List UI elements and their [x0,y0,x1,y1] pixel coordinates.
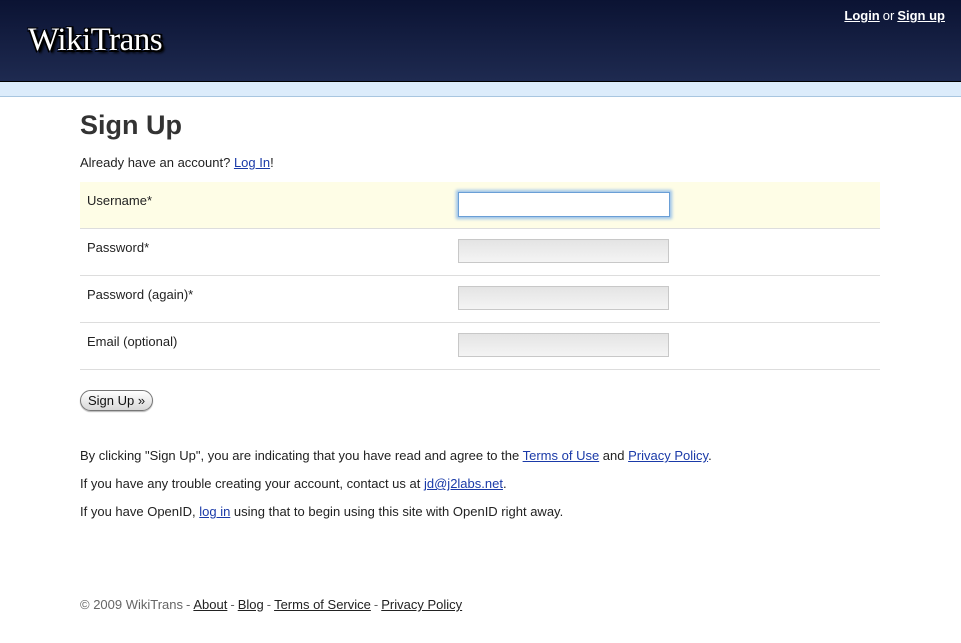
username-input[interactable] [458,192,670,217]
footer-terms-link[interactable]: Terms of Service [274,597,371,612]
footer-separator: - [186,597,191,612]
header-subbar [0,82,961,97]
terms-prefix: By clicking "Sign Up", you are indicatin… [80,448,523,463]
email-label: Email (optional) [87,334,178,349]
site-header: WikiTrans Login or Sign up [0,0,961,82]
page-title: Sign Up [80,110,182,140]
header-or-text: or [882,8,895,23]
footer-blog-link[interactable]: Blog [238,597,264,612]
contact-email-link[interactable]: jd@j2labs.net [424,476,503,491]
signup-info: By clicking "Sign Up", you are indicatin… [80,442,880,526]
footer-separator: - [230,597,235,612]
site-logo[interactable]: WikiTrans [28,22,163,59]
openid-prefix: If you have OpenID, [80,504,200,519]
already-suffix: ! [270,155,274,170]
password-again-input[interactable] [458,286,669,310]
terms-notice: By clicking "Sign Up", you are indicatin… [80,442,880,470]
password-input[interactable] [458,239,669,263]
contact-suffix: . [502,476,507,491]
header-login-link[interactable]: Login [844,8,879,23]
main-content: Sign Up Already have an account? Log In!… [80,96,880,526]
auth-links: Login or Sign up [844,8,945,23]
email-row: Email (optional) [80,323,880,370]
openid-notice: If you have OpenID, log in using that to… [80,498,880,526]
terms-of-use-link[interactable]: Terms of Use [523,448,600,463]
username-label: Username* [87,193,153,208]
password-row: Password* [80,229,880,276]
footer-privacy-link[interactable]: Privacy Policy [381,597,462,612]
signup-submit-button[interactable]: Sign Up » [80,390,154,411]
signup-form: Username* Password* Password (again)* Em… [80,181,880,370]
openid-login-link[interactable]: log in [199,504,230,519]
footer-about-link[interactable]: About [193,597,227,612]
already-account-text: Already have an account? Log In! [80,155,880,170]
site-footer: © 2009 WikiTrans - About - Blog - Terms of Ser… [80,597,462,612]
header-signup-link[interactable]: Sign up [897,8,945,23]
username-row: Username* [80,182,880,229]
email-input[interactable] [458,333,669,357]
terms-suffix: . [708,448,712,463]
footer-separator: - [373,597,379,612]
login-link[interactable]: Log In [234,155,270,170]
contact-prefix: If you have any trouble creating your ac… [80,476,424,491]
already-prefix: Already have an account? [80,155,234,170]
footer-copyright: © 2009 WikiTrans [80,597,184,612]
terms-and: and [599,448,629,463]
password-label: Password* [87,240,150,255]
openid-suffix: using that to begin using this site with… [230,504,564,519]
contact-notice: If you have any trouble creating your ac… [80,470,880,498]
privacy-policy-link[interactable]: Privacy Policy [628,448,708,463]
password-again-label: Password (again)* [87,287,194,302]
footer-separator: - [266,597,272,612]
password-again-row: Password (again)* [80,276,880,323]
